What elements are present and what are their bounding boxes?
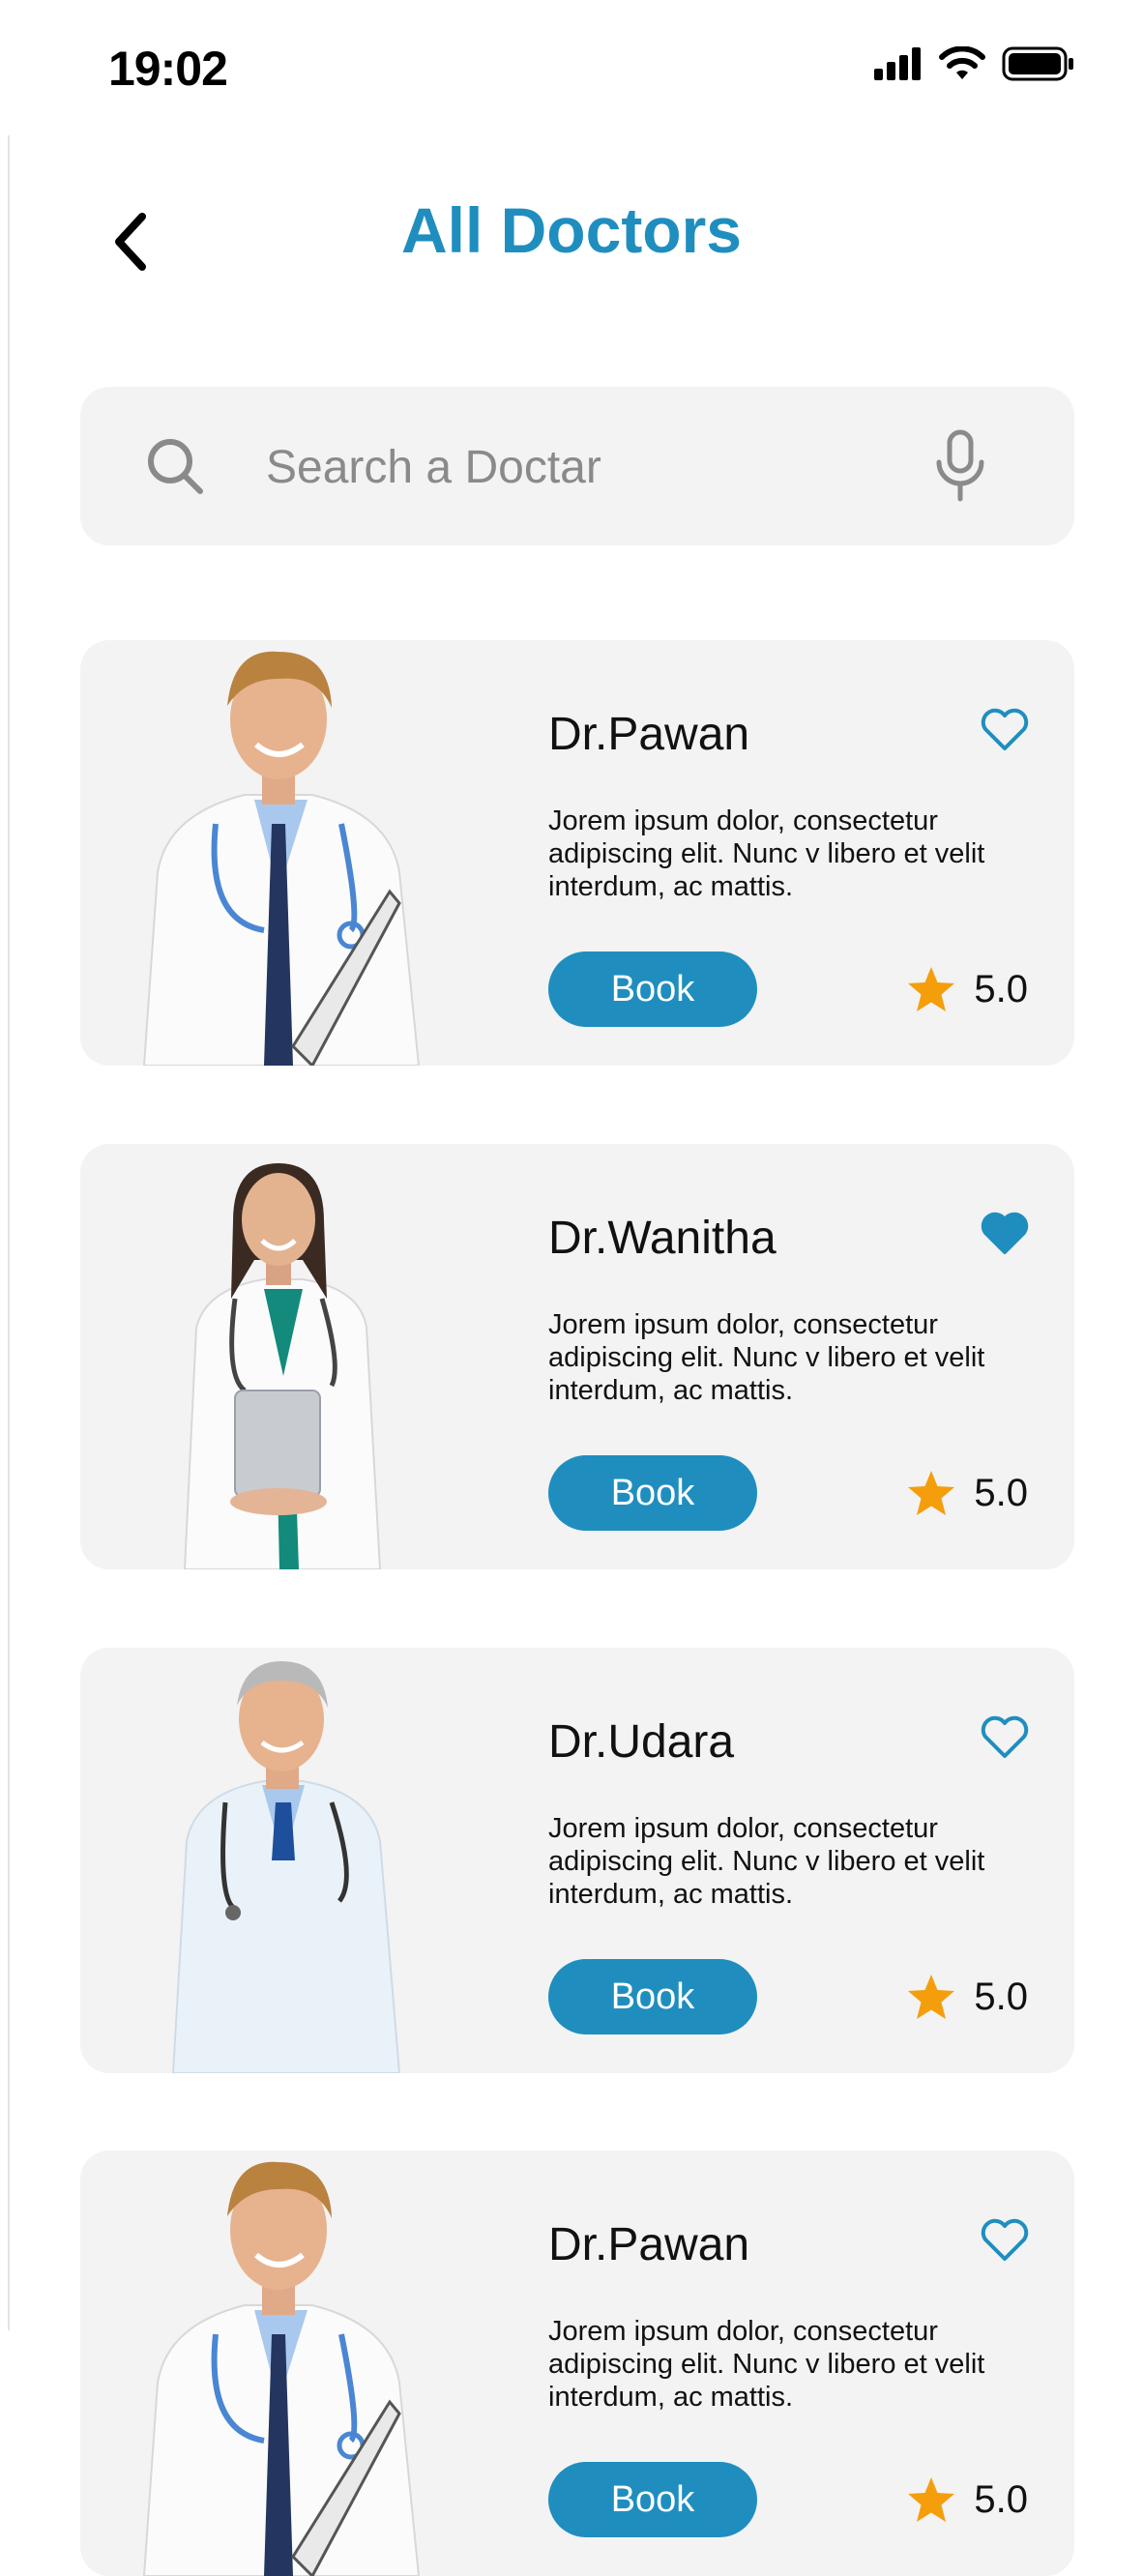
heart-outline-icon[interactable] bbox=[980, 706, 1030, 752]
heart-filled-icon[interactable] bbox=[980, 1210, 1030, 1256]
rating-value: 5.0 bbox=[974, 1975, 1028, 2018]
doctor-name: Dr.Udara bbox=[548, 1716, 735, 1768]
star-icon bbox=[908, 2477, 955, 2522]
doctor-card[interactable]: Dr.Wanitha Jorem ipsum dolor, consectetu… bbox=[80, 1144, 1074, 1569]
rating: 5.0 bbox=[906, 965, 1028, 1013]
heart-outline-icon[interactable] bbox=[980, 2216, 1030, 2263]
star-icon bbox=[908, 1975, 955, 2019]
doctor-card[interactable]: Dr.Pawan Jorem ipsum dolor, consectetur … bbox=[80, 640, 1074, 1066]
doctor-name: Dr.Pawan bbox=[548, 709, 750, 760]
doctor-photo-male bbox=[142, 651, 421, 1066]
doctor-description: Jorem ipsum dolor, consectetur adipiscin… bbox=[548, 1309, 985, 1406]
book-button[interactable]: Book bbox=[548, 951, 757, 1027]
doctor-description: Jorem ipsum dolor, consectetur adipiscin… bbox=[548, 2316, 985, 2413]
rating: 5.0 bbox=[906, 2475, 1028, 2524]
doctor-card[interactable]: Dr.Udara Jorem ipsum dolor, consectetur … bbox=[80, 1648, 1074, 2073]
doctor-name: Dr.Pawan bbox=[548, 2219, 750, 2270]
rating: 5.0 bbox=[906, 1469, 1028, 1517]
doctor-photo-female bbox=[183, 1163, 382, 1569]
heart-outline-icon[interactable] bbox=[980, 1713, 1030, 1760]
book-button[interactable]: Book bbox=[548, 2462, 757, 2537]
doctor-list: Dr.Pawan Jorem ipsum dolor, consectetur … bbox=[0, 0, 1143, 2576]
rating-value: 5.0 bbox=[974, 2477, 1028, 2521]
book-button[interactable]: Book bbox=[548, 1959, 757, 2034]
rating: 5.0 bbox=[906, 1973, 1028, 2021]
star-icon bbox=[908, 967, 955, 1011]
doctor-name: Dr.Wanitha bbox=[548, 1213, 777, 1264]
doctor-photo-senior-male bbox=[171, 1661, 401, 2073]
rating-value: 5.0 bbox=[974, 1471, 1028, 1514]
star-icon bbox=[908, 1471, 955, 1515]
rating-value: 5.0 bbox=[974, 967, 1028, 1010]
doctor-photo-male bbox=[142, 2161, 421, 2576]
doctor-card[interactable]: Dr.Pawan Jorem ipsum dolor, consectetur … bbox=[80, 2151, 1074, 2576]
doctor-description: Jorem ipsum dolor, consectetur adipiscin… bbox=[548, 805, 985, 902]
book-button[interactable]: Book bbox=[548, 1455, 757, 1531]
doctor-description: Jorem ipsum dolor, consectetur adipiscin… bbox=[548, 1813, 985, 1910]
